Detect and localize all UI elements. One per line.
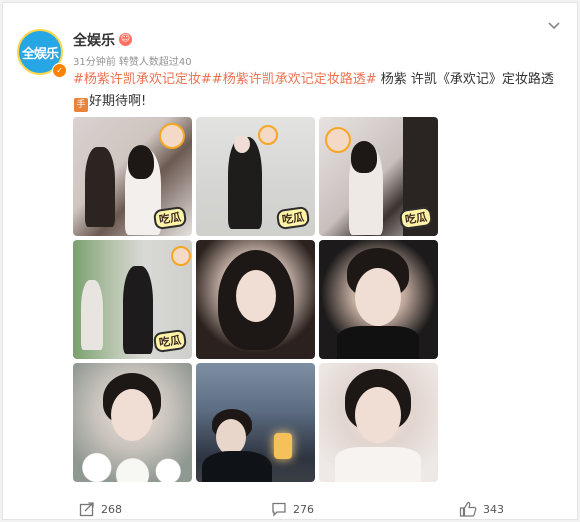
person-shape	[351, 141, 377, 173]
share-icon	[79, 502, 94, 517]
photo-thumbnail[interactable]	[196, 240, 315, 359]
post-text: #杨紫许凯承欢记定妆##杨紫许凯承欢记定妆路透# 杨紫 许凯《承欢记》定妆路透手…	[73, 69, 563, 113]
avatar-badge	[171, 246, 191, 266]
lantern-shape	[274, 433, 292, 459]
post-text-end: 好期待啊!	[89, 94, 147, 109]
sticker-label: 吃瓜	[152, 328, 188, 354]
person-shape	[355, 268, 401, 326]
flowers-decoration	[73, 446, 192, 482]
share-button[interactable]: 268	[79, 501, 122, 517]
share-count: 268	[101, 502, 122, 516]
hand-emoji-icon: 手	[74, 98, 88, 112]
emoji-badge-icon: ☺	[119, 33, 132, 46]
photo-thumbnail[interactable]: 吃瓜	[73, 117, 192, 236]
post-text-main: 杨紫 许凯《承欢记》定妆路透	[376, 72, 554, 87]
avatar-badge	[159, 123, 185, 149]
photo-thumbnail[interactable]: 吃瓜	[196, 117, 315, 236]
like-count: 343	[483, 502, 504, 516]
person-shape	[234, 135, 250, 153]
photo-thumbnail[interactable]	[319, 240, 438, 359]
comment-icon	[272, 502, 286, 517]
action-bar: 268 276 343	[3, 497, 579, 521]
person-shape	[216, 419, 246, 455]
photo-grid: 吃瓜 吃瓜 吃瓜 吃瓜	[73, 117, 439, 487]
avatar-text: 全娱乐	[21, 46, 59, 62]
sticker-label: 吃瓜	[275, 205, 311, 231]
avatar-badge	[258, 125, 278, 145]
like-button[interactable]: 343	[459, 501, 504, 517]
sticker-label: 吃瓜	[152, 205, 188, 231]
comment-button[interactable]: 276	[271, 501, 314, 517]
weibo-post-card: 全娱乐 ✓ 全娱乐 ☺ 31分钟前 转赞人数超过40 #杨紫许凯承欢记定妆##杨…	[2, 2, 578, 520]
photo-thumbnail[interactable]	[196, 363, 315, 482]
person-shape	[355, 387, 401, 443]
photo-thumbnail[interactable]: 吃瓜	[319, 117, 438, 236]
person-shape	[202, 451, 272, 482]
hashtag-link[interactable]: #杨紫许凯承欢记定妆#	[73, 72, 212, 87]
hashtag-link[interactable]: #杨紫许凯承欢记定妆路透#	[212, 72, 377, 87]
chevron-down-icon[interactable]	[547, 19, 561, 33]
photo-thumbnail[interactable]: 吃瓜	[73, 240, 192, 359]
person-shape	[128, 145, 154, 179]
photo-thumbnail[interactable]	[73, 363, 192, 482]
person-shape	[335, 447, 421, 482]
person-shape	[85, 147, 115, 227]
like-icon	[459, 501, 477, 517]
avatar-badge	[325, 127, 351, 153]
person-shape	[337, 326, 419, 359]
photo-thumbnail[interactable]	[319, 363, 438, 482]
person-shape	[123, 266, 153, 354]
comment-count: 276	[293, 502, 314, 516]
person-shape	[236, 270, 276, 322]
verified-icon: ✓	[52, 63, 67, 78]
post-meta: 31分钟前 转赞人数超过40	[73, 57, 192, 68]
account-name[interactable]: 全娱乐	[73, 30, 115, 50]
avatar[interactable]: 全娱乐 ✓	[17, 29, 67, 78]
person-shape	[111, 389, 153, 441]
person-shape	[81, 280, 103, 350]
